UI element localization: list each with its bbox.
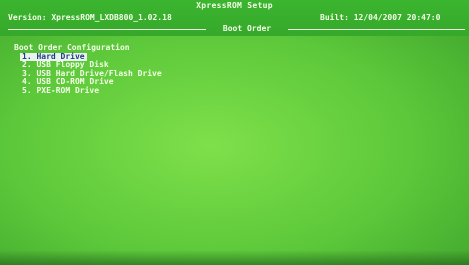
header-divider-left	[8, 29, 206, 30]
app-title: XpressROM Setup	[196, 1, 273, 10]
header-bar: XpressROM Setup Version: XpressROM_LXDB8…	[0, 0, 469, 36]
boot-device-label[interactable]: 2. USB Floppy Disk	[20, 60, 111, 69]
boot-device-label[interactable]: 5. PXE-ROM Drive	[20, 86, 101, 95]
screen-edge-shade	[0, 250, 469, 265]
build-date: Built: 12/04/2007 20:47:0	[320, 13, 441, 22]
tab-boot-order[interactable]: Boot Order	[208, 24, 286, 33]
boot-device-item[interactable]: 5. PXE-ROM Drive	[20, 86, 164, 96]
boot-order-panel: Boot Order Configuration 1. Hard Drive 2…	[14, 43, 164, 96]
header-divider-right	[288, 29, 465, 30]
bios-screen: XpressROM Setup Version: XpressROM_LXDB8…	[0, 0, 469, 265]
boot-device-list: 1. Hard Drive 2. USB Floppy Disk 3. USB …	[14, 52, 164, 96]
version-info: Version: XpressROM_LXDB800_1.02.18	[8, 13, 172, 22]
